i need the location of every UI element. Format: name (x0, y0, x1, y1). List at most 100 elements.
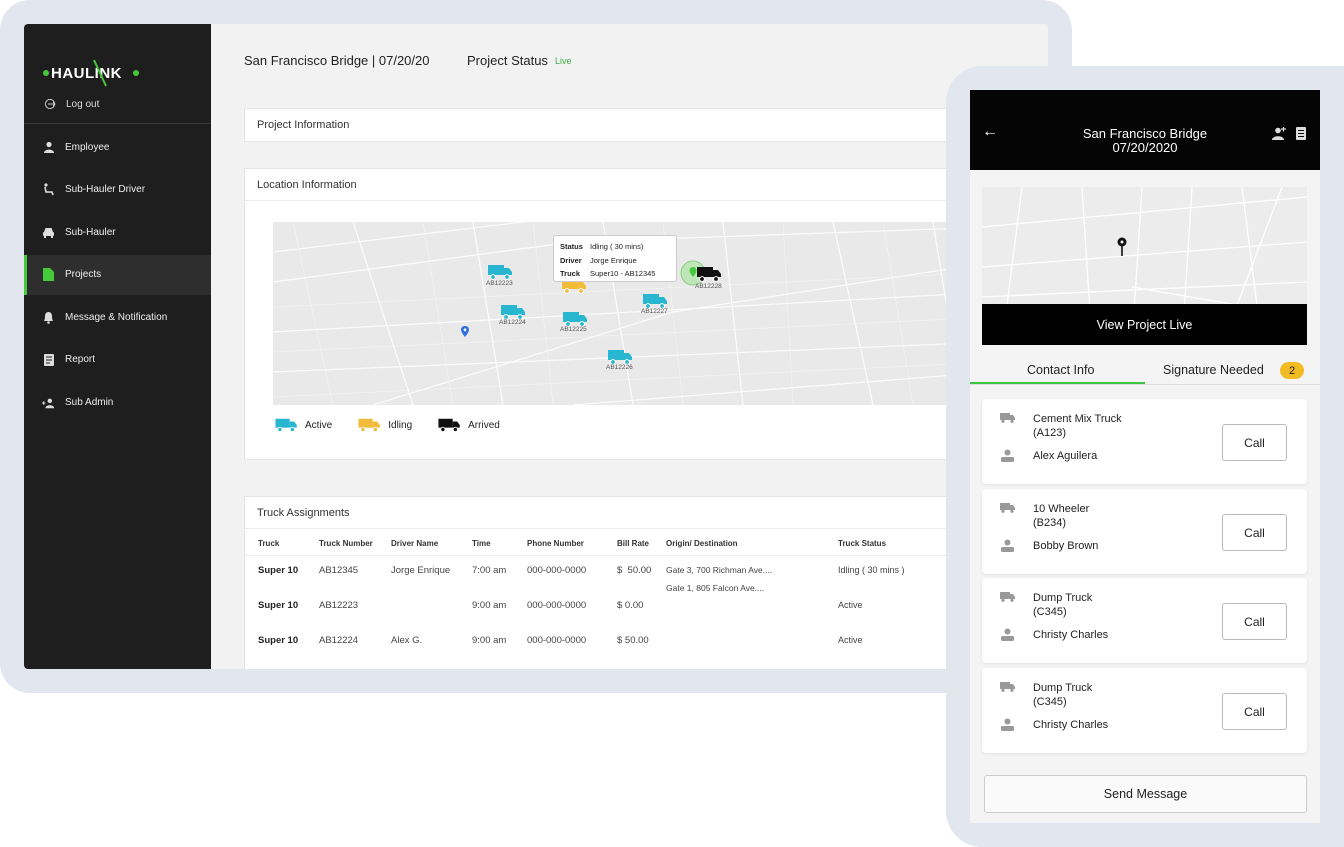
column-header-time: Time (472, 539, 491, 548)
sidebar-item-sub-hauler[interactable]: Sub-Hauler (24, 212, 211, 252)
location-pin-icon (461, 326, 469, 337)
vehicle-name: Cement Mix Truck (1033, 413, 1122, 425)
phone-header: ← San Francisco Bridge 07/20/2020 (970, 90, 1320, 170)
haulink-logo: HAULINK (43, 59, 139, 87)
call-button[interactable]: Call (1222, 603, 1287, 640)
project-title: San Francisco Bridge | 07/20/20 (244, 53, 430, 68)
vehicle-name: 10 Wheeler (1033, 503, 1090, 515)
desktop-screen: HAULINK Log out Employee Sub-Hauler Driv… (24, 24, 1048, 669)
cell-time: 9:00 am (472, 600, 507, 611)
project-information-card[interactable]: Project Information (244, 108, 1034, 142)
vehicle-name: Dump Truck (1033, 592, 1093, 604)
cell-phone: 000-000-0000 (527, 600, 587, 611)
sidebar-item-label: Message & Notification (65, 311, 168, 323)
sidebar-item-message-notification[interactable]: Message & Notification (24, 297, 211, 337)
legend-item-arrived: Arrived (438, 417, 500, 433)
tooltip-truck-label: Truck (560, 269, 581, 278)
signature-count-badge: 2 (1280, 362, 1304, 379)
logout-link[interactable]: Log out (44, 98, 99, 110)
phone-screen: ← San Francisco Bridge 07/20/2020 View P… (970, 90, 1320, 823)
phone-title-line1: San Francisco Bridge (1082, 126, 1208, 141)
cell-truck-status: Idling ( 30 mins ) (838, 565, 905, 575)
truck-label: AB12225 (560, 326, 587, 333)
cell-truck: Super 10 (258, 565, 299, 576)
truck-label: AB12227 (641, 308, 668, 315)
cell-time: 7:00 am (472, 565, 507, 576)
map-legend: Active Idling Arrived (275, 417, 500, 433)
project-status-label: Project Status (467, 53, 548, 68)
tooltip-truck-value: Super10 - AB12345 (590, 269, 656, 278)
truck-tooltip: Status Idling ( 30 mins) Driver Jorge Enri… (553, 235, 677, 282)
assign-person-icon[interactable] (1272, 127, 1286, 140)
report-icon (42, 353, 55, 366)
legend-item-idling: Idling (358, 417, 412, 433)
sidebar-item-label: Employee (65, 141, 110, 153)
cell-truck: Super 10 (258, 600, 299, 611)
tooltip-driver-value: Jorge Enrique (590, 255, 637, 265)
column-header-truck-status: Truck Status (838, 539, 887, 548)
person-icon (1001, 628, 1014, 641)
legend-label: Idling (388, 419, 413, 431)
sidebar: HAULINK Log out Employee Sub-Hauler Driv… (24, 24, 211, 669)
vehicle-code: (C345) (1033, 606, 1067, 618)
legend-label: Active (305, 419, 333, 431)
legend-label: Arrived (468, 419, 500, 431)
cell-driver-name: Jorge Enrique (391, 565, 451, 576)
tab-contact-info[interactable]: Contact Info (1027, 363, 1094, 377)
project-status-value: Live (555, 56, 572, 66)
call-button[interactable]: Call (1222, 693, 1287, 730)
truck-marker-ab12228[interactable] (697, 265, 723, 283)
cell-phone: 000-000-0000 (527, 635, 587, 646)
sidebar-item-employee[interactable]: Employee (24, 127, 211, 167)
logo-text: HAULINK (51, 65, 122, 82)
view-project-live-button[interactable]: View Project Live (982, 304, 1307, 345)
cell-time: 9:00 am (472, 635, 507, 646)
sidebar-item-label: Projects (65, 269, 102, 281)
contact-card: 10 Wheeler (B234) Bobby Brown Call (982, 489, 1307, 574)
contact-card: Dump Truck (C345) Christy Charles Call (982, 668, 1307, 753)
truck-icon (1000, 682, 1015, 692)
cell-bill-rate: $ 0.00 (617, 600, 644, 611)
contact-vehicle: 10 Wheeler (B234) (1033, 502, 1183, 530)
location-information-card: Location Information AB12223 AB12224 AB1… (244, 168, 1034, 460)
truck-icon (358, 418, 381, 433)
vehicle-code: (A123) (1033, 427, 1067, 439)
cell-truck-status: Active (838, 600, 863, 610)
sidebar-nav: Employee Sub-Hauler Driver Sub-Hauler Pr… (24, 127, 211, 425)
logout-label: Log out (66, 98, 100, 110)
trucks-map[interactable]: AB12223 AB12224 AB12225 AB12226 AB12227 … (273, 222, 993, 405)
desktop-device-frame: HAULINK Log out Employee Sub-Hauler Driv… (0, 0, 1072, 693)
project-information-title: Project Information (257, 119, 350, 131)
vehicle-code: (C345) (1033, 696, 1067, 708)
sidebar-item-report[interactable]: Report (24, 340, 211, 380)
column-header-driver-name: Driver Name (391, 539, 439, 548)
sidebar-item-projects[interactable]: Projects (24, 254, 211, 295)
phone-title: San Francisco Bridge 07/20/2020 (970, 127, 1320, 155)
document-icon[interactable] (1296, 127, 1306, 140)
truck-icon (275, 418, 297, 433)
person-icon (1001, 718, 1014, 731)
send-message-button[interactable]: Send Message (984, 775, 1307, 813)
vehicle-name: Dump Truck (1033, 682, 1093, 694)
truck-label: AB12226 (606, 364, 633, 371)
column-header-phone-number: Phone Number (527, 539, 584, 548)
contact-driver: Christy Charles (1033, 719, 1109, 731)
truck-icon (1000, 413, 1015, 423)
column-header-truck-number: Truck Number (319, 539, 373, 548)
call-button[interactable]: Call (1222, 514, 1287, 551)
cell-driver-name: Alex G. (391, 635, 423, 646)
cell-bill-rate: $ 50.00 (617, 635, 649, 646)
truck-assignments-card: Truck Assignments Truck Truck Number Dri… (244, 496, 1035, 669)
truck-assignments-title: Truck Assignments (245, 497, 1033, 529)
tab-signature-needed[interactable]: Signature Needed (1163, 363, 1264, 377)
truck-icon (1000, 503, 1015, 513)
sidebar-item-sub-hauler-driver[interactable]: Sub-Hauler Driver (24, 170, 211, 210)
truck-marker-ab12223[interactable] (488, 263, 514, 281)
tooltip-driver-label: Driver (560, 255, 582, 265)
sidebar-item-label: Sub-Hauler Driver (65, 184, 146, 196)
call-button[interactable]: Call (1222, 424, 1287, 461)
car-icon (42, 226, 55, 239)
sidebar-item-sub-admin[interactable]: Sub Admin (24, 383, 211, 423)
location-pin-icon (1117, 237, 1127, 256)
seat-icon (42, 183, 55, 196)
